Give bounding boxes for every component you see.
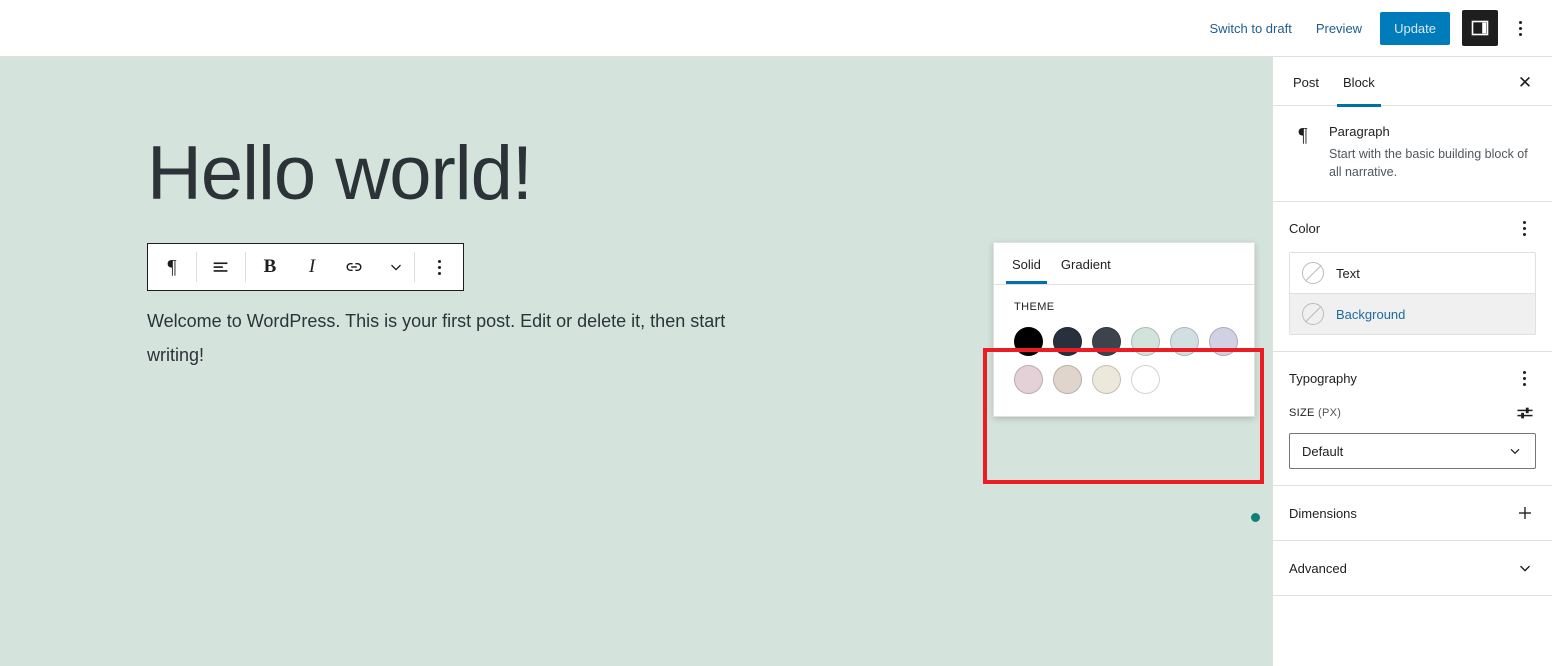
- settings-sidebar: Post Block ✕ ¶ Paragraph Start with the …: [1272, 57, 1552, 666]
- block-info-card: ¶ Paragraph Start with the basic buildin…: [1273, 106, 1552, 202]
- advanced-panel-title: Advanced: [1289, 560, 1347, 576]
- link-button[interactable]: [330, 244, 378, 290]
- swatch-slate[interactable]: [1092, 327, 1121, 356]
- swatch-pink[interactable]: [1014, 365, 1043, 394]
- swatch-dark-navy[interactable]: [1053, 327, 1082, 356]
- bold-button[interactable]: B: [246, 244, 294, 290]
- color-row-label: Background: [1336, 306, 1406, 322]
- align-text-icon: [213, 262, 228, 272]
- color-panel: Color Text Background: [1273, 202, 1552, 352]
- post-title[interactable]: Hello world!: [147, 136, 533, 212]
- update-button[interactable]: Update: [1380, 11, 1450, 45]
- more-options-icon: [1522, 220, 1526, 236]
- editor-top-bar: Switch to draft Preview Update: [0, 0, 1552, 57]
- more-options-button[interactable]: [1502, 10, 1538, 46]
- plus-icon: [1514, 502, 1536, 524]
- block-info-text: Paragraph Start with the basic building …: [1329, 124, 1534, 181]
- swatch-beige[interactable]: [1053, 365, 1082, 394]
- chevron-down-icon: [1514, 557, 1536, 579]
- color-row-background[interactable]: Background: [1290, 294, 1535, 334]
- font-size-value: Default: [1302, 443, 1344, 459]
- typography-panel-header: Typography: [1289, 366, 1536, 390]
- font-size-label: SIZE (PX): [1289, 407, 1341, 419]
- dimensions-panel-toggle[interactable]: Dimensions: [1273, 486, 1552, 541]
- more-options-icon: [1518, 20, 1522, 36]
- color-row-label: Text: [1336, 265, 1360, 281]
- no-color-icon: [1302, 262, 1324, 284]
- more-rich-text-button[interactable]: [378, 244, 414, 290]
- typography-panel-options-button[interactable]: [1512, 366, 1536, 390]
- italic-button[interactable]: I: [294, 244, 330, 290]
- sidebar-tabs: Post Block ✕: [1273, 57, 1552, 107]
- preview-button[interactable]: Preview: [1304, 13, 1374, 44]
- theme-swatch-grid: [1014, 327, 1238, 394]
- swatch-white[interactable]: [1131, 365, 1160, 394]
- color-popover-tabs: Solid Gradient: [994, 243, 1254, 285]
- close-sidebar-button[interactable]: ✕: [1510, 67, 1540, 97]
- swatch-lavender[interactable]: [1209, 327, 1238, 356]
- paragraph-block-icon: ¶: [1298, 124, 1308, 146]
- font-size-header: SIZE (PX): [1289, 402, 1536, 424]
- font-size-select[interactable]: Default: [1289, 433, 1536, 469]
- color-option-list: Text Background: [1289, 252, 1536, 335]
- block-title: Paragraph: [1329, 124, 1390, 139]
- text-align-button[interactable]: [197, 244, 245, 290]
- typography-panel-title: Typography: [1289, 370, 1357, 386]
- block-description: Start with the basic building block of a…: [1329, 147, 1528, 179]
- switch-to-draft-button[interactable]: Switch to draft: [1197, 13, 1303, 44]
- top-bar-actions: Switch to draft Preview Update: [1197, 10, 1552, 46]
- font-size-custom-toggle-button[interactable]: [1514, 402, 1536, 424]
- link-icon: [346, 262, 362, 272]
- swatch-cream[interactable]: [1092, 365, 1121, 394]
- font-size-label-text: SIZE: [1289, 407, 1315, 419]
- block-options-button[interactable]: [415, 244, 463, 290]
- chevron-down-icon: [391, 264, 401, 271]
- sliders-icon: [1517, 407, 1533, 419]
- color-row-text[interactable]: Text: [1290, 253, 1535, 294]
- color-popover-body: THEME: [994, 285, 1254, 416]
- settings-sidebar-toggle-button[interactable]: [1462, 10, 1498, 46]
- color-panel-title: Color: [1289, 220, 1321, 236]
- swatch-mint[interactable]: [1131, 327, 1160, 356]
- tab-gradient[interactable]: Gradient: [1051, 243, 1121, 284]
- background-color-popover: Solid Gradient THEME: [993, 242, 1255, 417]
- color-panel-header: Color: [1289, 216, 1536, 240]
- typography-panel: Typography SIZE (PX) Default: [1273, 352, 1552, 486]
- swatch-light-blue[interactable]: [1170, 327, 1199, 356]
- advanced-panel-toggle[interactable]: Advanced: [1273, 541, 1552, 596]
- settings-panel-icon: [1471, 20, 1489, 36]
- block-color-indicator: [1251, 513, 1260, 522]
- tab-solid[interactable]: Solid: [1002, 243, 1051, 284]
- color-panel-options-button[interactable]: [1512, 216, 1536, 240]
- no-color-icon: [1302, 303, 1324, 325]
- chevron-down-icon: [1510, 448, 1520, 455]
- block-options-icon: [437, 259, 441, 275]
- post-paragraph[interactable]: Welcome to WordPress. This is your first…: [147, 304, 747, 372]
- font-size-unit: (PX): [1318, 407, 1342, 419]
- block-type-switcher-button[interactable]: ¶: [148, 244, 196, 290]
- dimensions-panel-title: Dimensions: [1289, 505, 1357, 521]
- theme-palette-label: THEME: [1014, 301, 1055, 313]
- tab-block[interactable]: Block: [1331, 57, 1387, 107]
- swatch-black[interactable]: [1014, 327, 1043, 356]
- block-toolbar: ¶ B I: [147, 243, 464, 291]
- more-options-icon: [1522, 370, 1526, 386]
- tab-post[interactable]: Post: [1281, 57, 1331, 106]
